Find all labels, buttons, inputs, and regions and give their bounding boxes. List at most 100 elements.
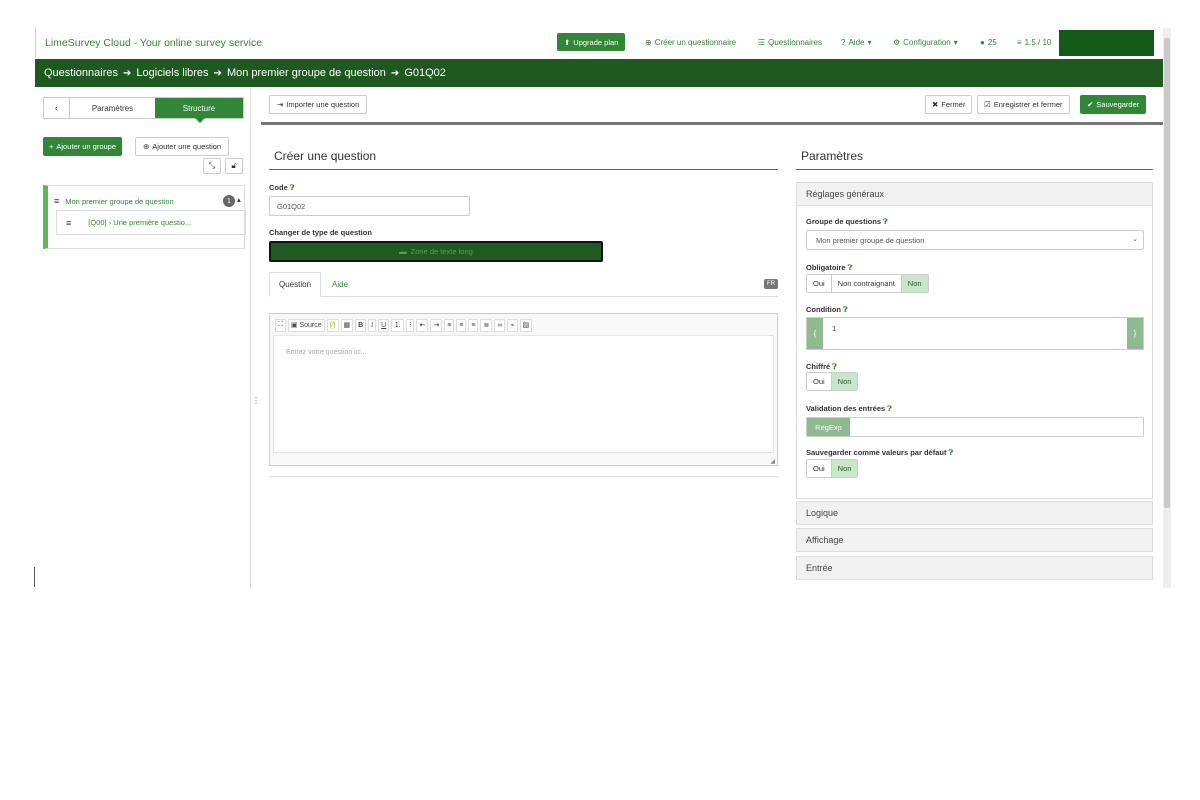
tab-parametres[interactable]: Paramètres (70, 98, 155, 118)
unlink-icon[interactable]: ⌁ (507, 318, 518, 332)
save-default-option-yes[interactable]: Oui (807, 460, 832, 477)
compress-icon: ⤡ (208, 161, 216, 170)
link-icon[interactable]: ∞ (494, 318, 506, 332)
question-group-select[interactable]: Mon premier groupe de question ⌄ (806, 230, 1144, 250)
validation-field[interactable]: RegExp (806, 417, 1144, 437)
page-scrollbar[interactable] (1163, 28, 1171, 588)
brand-title[interactable]: LimeSurvey Cloud - Your online survey se… (45, 37, 262, 49)
add-question-button[interactable]: ⊕ Ajouter une question (135, 137, 230, 156)
code-field[interactable]: G01Q02 (269, 196, 470, 216)
table-icon[interactable]: ▦ (340, 318, 354, 332)
add-question-label: Ajouter une question (152, 142, 222, 151)
mandatory-option-no[interactable]: Non (901, 275, 928, 292)
group-question-count-badge: 1 (223, 195, 235, 207)
question-circle-icon: ? (841, 38, 846, 47)
breadcrumb-item-surveys[interactable]: Questionnaires (44, 67, 118, 79)
unlock-button[interactable]: 🔓︎ (225, 158, 243, 174)
question-label[interactable]: [Q00] › Une première questio... (88, 218, 191, 227)
save-button[interactable]: ✔ Sauvegarder (1080, 95, 1147, 114)
tab-structure[interactable]: Structure (155, 98, 243, 123)
help-icon[interactable]: ❓︎ (883, 217, 888, 226)
configuration-menu[interactable]: ⚙ Configuration ▾ (893, 38, 958, 47)
tab-question[interactable]: Question (269, 272, 322, 297)
numbered-list-icon[interactable]: ⒈ (391, 318, 405, 332)
resize-grip-icon[interactable]: ◢ (770, 458, 775, 465)
list-item-group[interactable]: ≡ Mon premier groupe de question 1 ▴ (54, 193, 244, 209)
save-label: Sauvegarder (1096, 100, 1140, 109)
help-menu[interactable]: ? Aide ▾ (841, 38, 871, 47)
help-icon[interactable]: ❓︎ (843, 305, 848, 314)
source-button[interactable]: ▣ Source (287, 318, 325, 332)
collapse-sidebar-button[interactable]: ‹ (44, 98, 70, 118)
outdent-icon[interactable]: ⇤ (416, 318, 429, 332)
mandatory-option-soft[interactable]: Non contraignant (831, 275, 902, 292)
help-icon[interactable]: ❓︎ (832, 362, 837, 371)
upgrade-plan-button[interactable]: ⬆ Upgrade plan (557, 33, 626, 51)
expression-icon[interactable]: {⁄} (326, 318, 339, 332)
general-settings-header[interactable]: Réglages généraux (797, 183, 1152, 206)
editor-text-area[interactable]: Entrez votre question ici... (273, 335, 774, 453)
editor-toolbar: ⛶ ▣ Source {⁄} ▦ B I U ⒈ ⁝ ⇤ ⇥ ≡ ≡ ≡ ≣ ∞… (275, 318, 533, 332)
scrollbar-thumb[interactable] (1164, 38, 1170, 508)
mandatory-option-yes[interactable]: Oui (807, 275, 832, 292)
surveys-label: Questionnaires (768, 38, 822, 47)
image-icon[interactable]: ▨ (519, 318, 533, 332)
notifications-link[interactable]: ● 25 (980, 38, 997, 47)
list-icon: ☰ (758, 38, 766, 47)
condition-label: Condition ❓︎ (806, 305, 848, 315)
import-icon: ⇥ (277, 100, 284, 109)
align-center-icon[interactable]: ≡ (456, 318, 467, 332)
help-icon[interactable]: ❓︎ (887, 404, 892, 413)
bullet-list-icon[interactable]: ⁝ (406, 318, 415, 332)
breadcrumb-item-group[interactable]: Mon premier groupe de question (227, 67, 386, 79)
check-icon: ✔ (1087, 100, 1094, 109)
panel-resize-handle[interactable]: ⋮ (252, 396, 260, 405)
open-brace-icon: { (807, 318, 823, 349)
caret-up-icon[interactable]: ▴ (237, 195, 241, 204)
italic-icon[interactable]: I (368, 318, 377, 332)
plus-circle-icon: ⊕ (645, 38, 652, 47)
section-affichage[interactable]: Affichage (796, 528, 1153, 552)
align-left-icon[interactable]: ≡ (444, 318, 455, 332)
upgrade-plan-label: Upgrade plan (573, 37, 619, 47)
justify-icon[interactable]: ≣ (480, 318, 493, 332)
save-and-close-label: Enregistrer et fermer (993, 100, 1063, 109)
underline-icon[interactable]: U (378, 318, 390, 332)
indent-icon[interactable]: ⇥ (430, 318, 443, 332)
parameters-title: Paramètres (801, 149, 864, 163)
question-type-label: Changer de type de question (269, 228, 372, 237)
section-entree[interactable]: Entrée (796, 556, 1153, 580)
question-type-button[interactable]: ▬ Zone de texte long (269, 241, 603, 262)
save-default-option-no[interactable]: Non (831, 460, 858, 477)
condition-value[interactable]: 1 (832, 324, 836, 333)
help-icon[interactable]: ❓︎ (949, 448, 954, 457)
breadcrumb-item-survey[interactable]: Logiciels libres (136, 67, 208, 79)
save-and-close-button[interactable]: ☑ Enregistrer et fermer (977, 95, 1070, 114)
folder-icon: ▬ (399, 247, 407, 256)
encrypted-option-yes[interactable]: Oui (807, 373, 832, 390)
drag-handle-icon[interactable]: ≡ (54, 196, 59, 206)
align-right-icon[interactable]: ≡ (468, 318, 479, 332)
save-default-toggle: Oui Non (806, 459, 859, 478)
question-group-label: Groupe de questions ❓︎ (806, 217, 888, 227)
storage-link[interactable]: ≡ 1.5 / 10 (1017, 38, 1051, 47)
list-item-question[interactable]: ≡ [Q00] › Une première questio... (56, 210, 246, 235)
import-question-button[interactable]: ⇥ Importer une question (269, 95, 368, 114)
user-menu[interactable] (1059, 30, 1154, 56)
collapse-all-button[interactable]: ⤡ (203, 158, 221, 174)
help-icon[interactable]: ❓︎ (848, 263, 853, 272)
section-logique[interactable]: Logique (796, 501, 1153, 525)
close-button[interactable]: ✖ Fermer (925, 95, 973, 114)
condition-field[interactable]: { 1 } (806, 317, 1144, 350)
structure-sidebar: ‹ Paramètres Structure + Ajouter un grou… (35, 88, 251, 588)
help-icon[interactable]: ❓︎ (290, 183, 295, 192)
create-survey-link[interactable]: ⊕ Créer un questionnaire (645, 38, 736, 47)
tab-help[interactable]: Aide (332, 272, 348, 297)
add-group-button[interactable]: + Ajouter un groupe (43, 137, 123, 156)
bold-icon[interactable]: B (355, 318, 367, 332)
encrypted-option-no[interactable]: Non (831, 373, 858, 390)
maximize-icon[interactable]: ⛶ (275, 318, 286, 332)
surveys-link[interactable]: ☰ Questionnaires (758, 38, 822, 47)
drag-handle-icon[interactable]: ≡ (66, 218, 71, 228)
group-label[interactable]: Mon premier groupe de question (65, 197, 173, 206)
